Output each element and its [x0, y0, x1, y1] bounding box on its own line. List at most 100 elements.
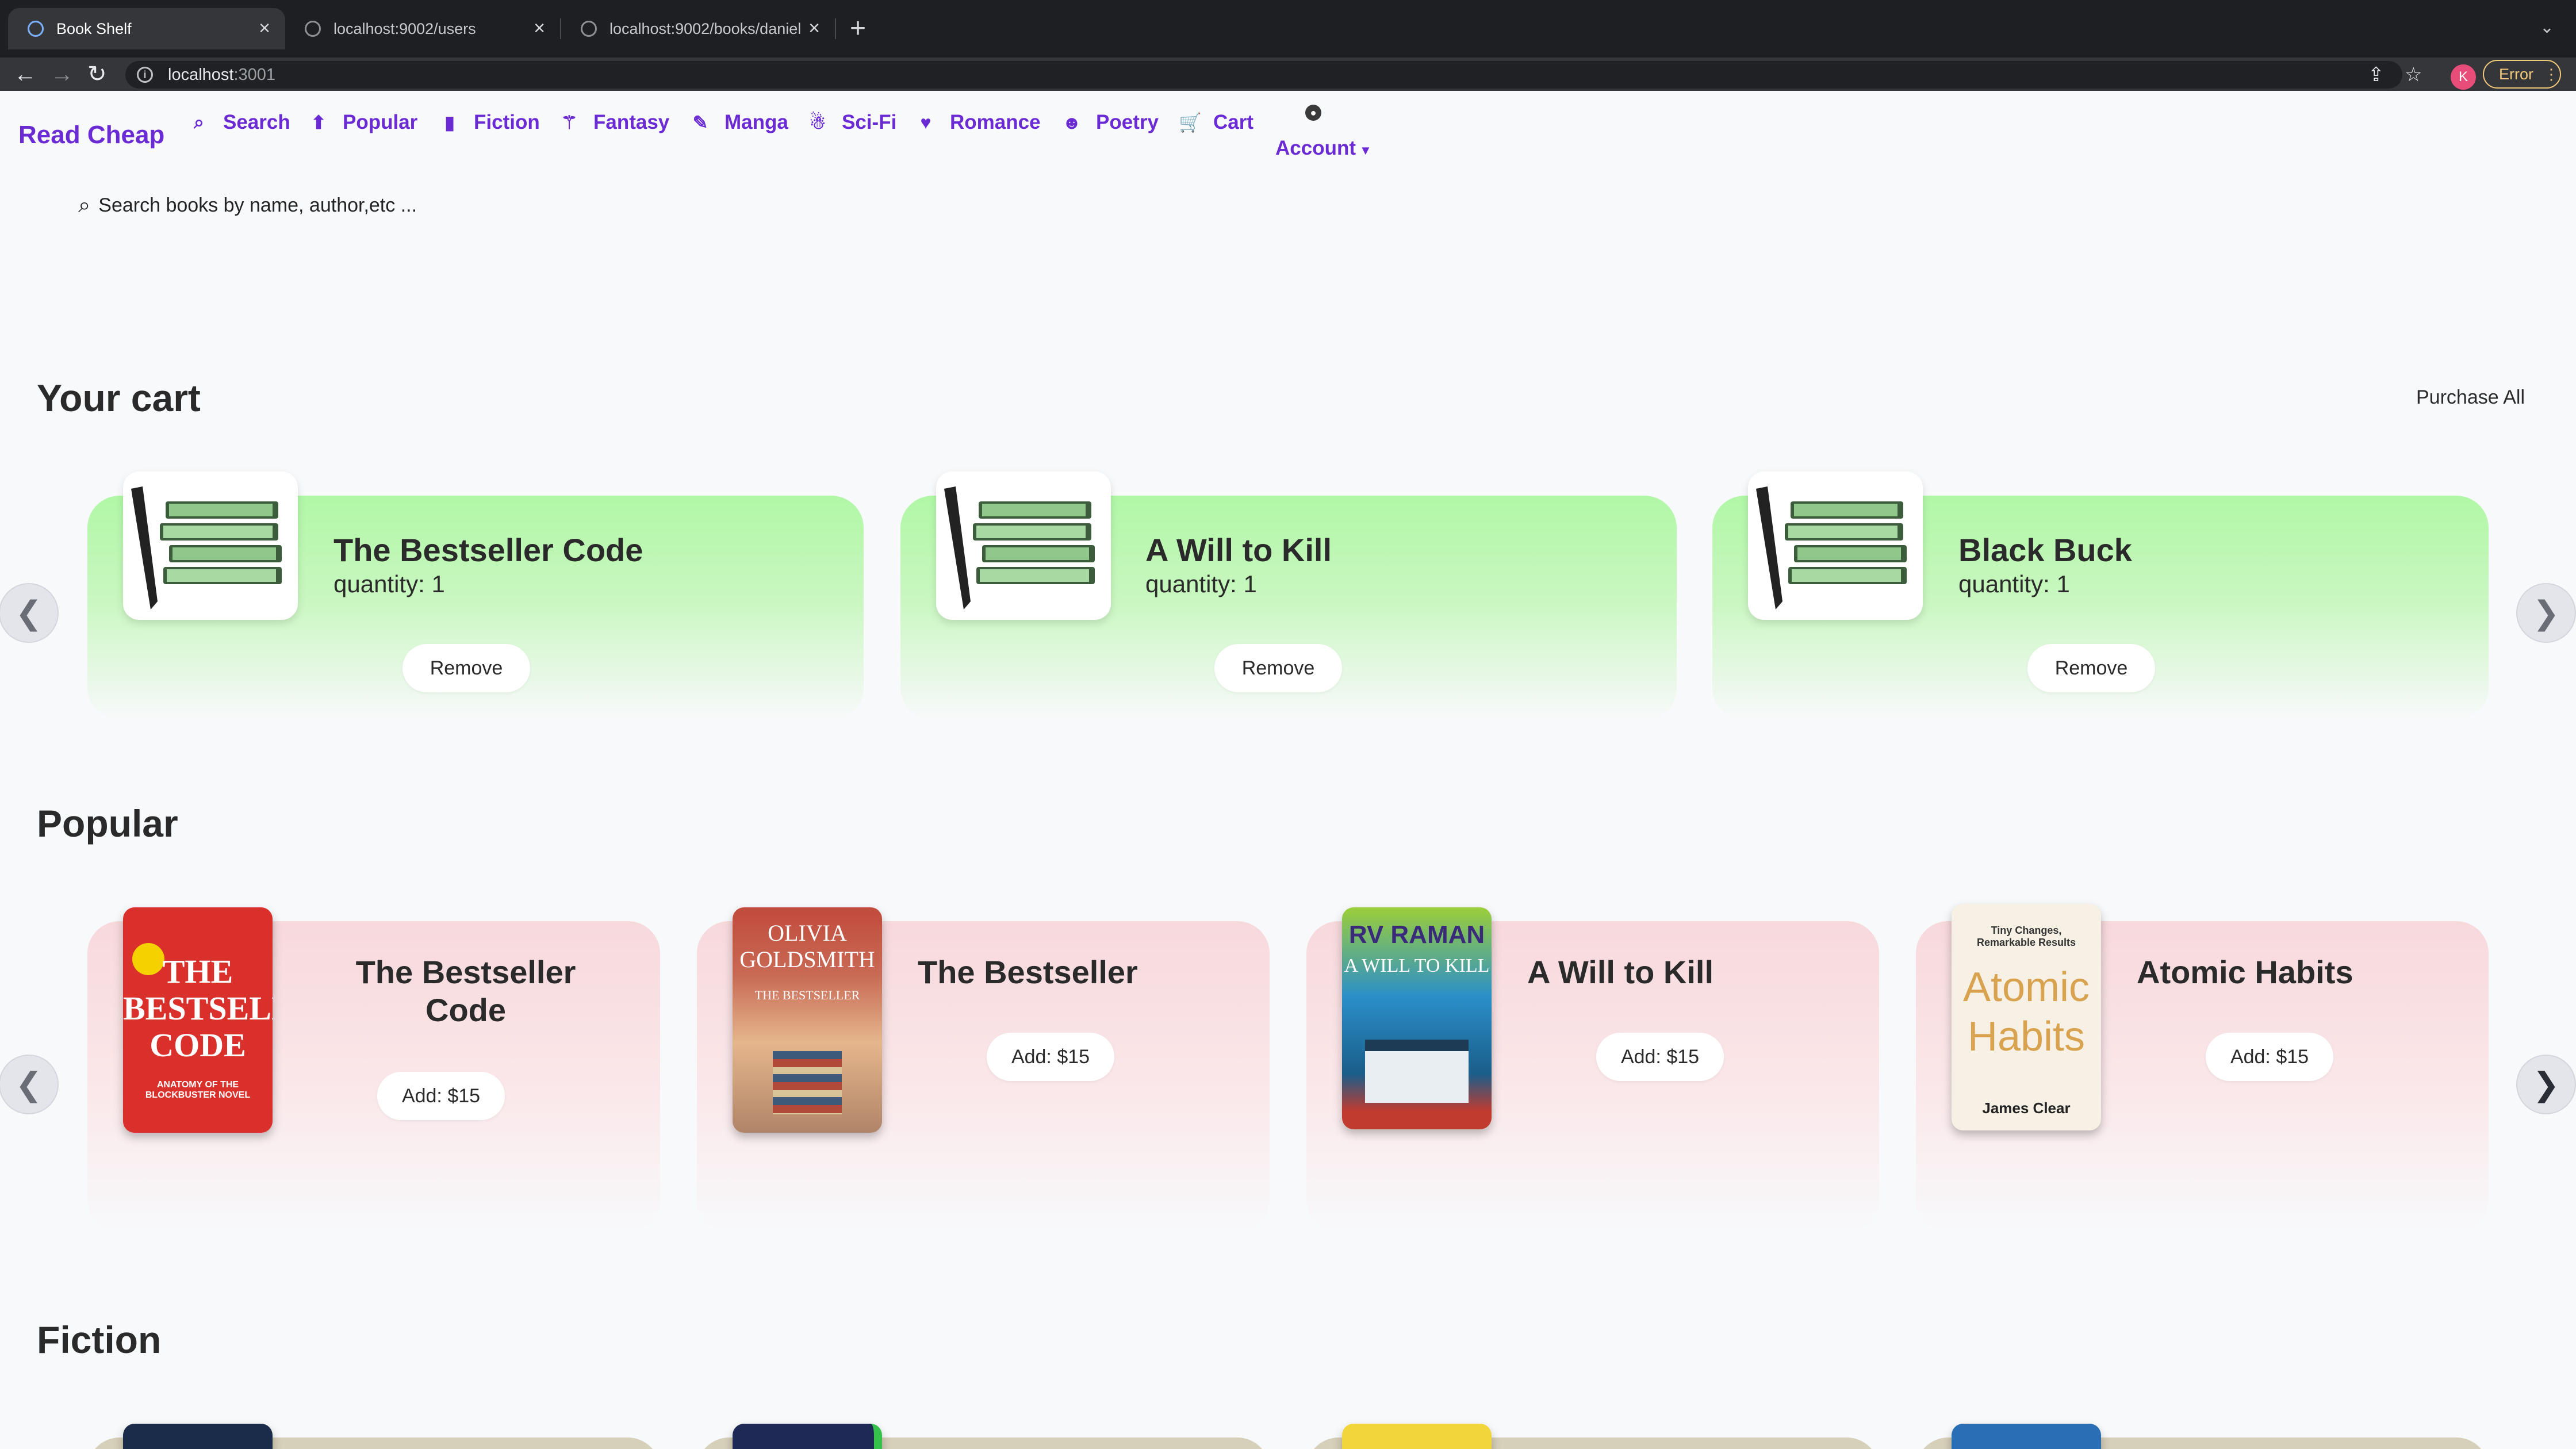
fiction-heading: Fiction: [37, 1318, 162, 1361]
cover-author: RV RAMAN: [1348, 921, 1485, 949]
share-icon[interactable]: ⇪: [2368, 63, 2385, 86]
book-cover[interactable]: [733, 1424, 882, 1449]
popular-prev-arrow[interactable]: ❮: [0, 1055, 59, 1114]
nav-search[interactable]: ⌕ Search: [189, 109, 290, 136]
cover-subtitle: THE BESTSELLER: [754, 988, 860, 1002]
forward-icon[interactable]: →: [51, 60, 74, 89]
remove-button[interactable]: Remove: [2027, 644, 2155, 692]
books-stack-icon: [1748, 471, 1923, 620]
book-cover[interactable]: [1952, 1424, 2101, 1449]
popular-next-arrow[interactable]: ❯: [2516, 1055, 2576, 1114]
nav-label: Romance: [950, 111, 1041, 133]
add-to-cart-button[interactable]: Add: $15: [987, 1033, 1114, 1081]
book-title-line: Code: [425, 992, 506, 1028]
user-circle-icon: ●: [1305, 105, 1321, 121]
close-tab-icon[interactable]: ×: [534, 18, 545, 38]
house-illustration: [1365, 1040, 1469, 1103]
book-title: A Will to Kill: [1527, 954, 1714, 990]
tab-users[interactable]: localhost:9002/users ×: [285, 8, 560, 49]
nav-manga[interactable]: ✎ Manga: [690, 109, 788, 136]
book-cover[interactable]: Tiny Changes, Remarkable Results Atomic H…: [1952, 904, 2101, 1130]
page: Book Shelf × localhost:9002/users × loca…: [0, 0, 2576, 1449]
book-cover[interactable]: THE BESTSELLER CODE ANATOMY OF THE BLOCK…: [123, 907, 273, 1133]
nav-popular[interactable]: ⬆ Popular: [308, 109, 418, 136]
nav-romance[interactable]: ♥ Romance: [915, 109, 1041, 136]
add-to-cart-button[interactable]: Add: $15: [377, 1072, 505, 1120]
cart-item-quantity: quantity: 1: [1145, 570, 1257, 597]
bookmark-star-icon[interactable]: ☆: [2405, 63, 2422, 86]
book-cover[interactable]: [123, 1424, 273, 1449]
nav-poetry[interactable]: ☻ Poetry: [1061, 109, 1159, 136]
nav-sci-fi[interactable]: ☃ Sci-Fi: [807, 109, 897, 136]
cover-subtitle: ANATOMY OF THE BLOCKBUSTER NOVEL: [145, 1080, 251, 1100]
error-label: Error: [2499, 65, 2533, 83]
url-port: :3001: [233, 65, 276, 84]
browser-tab-strip: Book Shelf × localhost:9002/users × loca…: [0, 0, 2576, 57]
error-chip[interactable]: Error ⋮: [2483, 60, 2561, 89]
book-title: The Bestseller Code: [308, 953, 623, 1029]
book-icon: ▮: [444, 112, 455, 133]
reload-icon[interactable]: ↻: [87, 60, 107, 89]
back-icon[interactable]: ←: [14, 60, 37, 89]
popular-heading: Popular: [37, 802, 178, 845]
nav-label: Fantasy: [593, 111, 670, 133]
book-cover[interactable]: RV RAMAN A WILL TO KILL: [1342, 907, 1492, 1129]
close-tab-icon[interactable]: ×: [808, 18, 820, 38]
tab-label: localhost:9002/books/daniel: [610, 20, 802, 37]
nav-label: Cart: [1213, 111, 1254, 133]
nav-fantasy[interactable]: ⚚ Fantasy: [559, 109, 670, 136]
cart-item-quantity: quantity: 1: [334, 570, 445, 597]
cart-item-title: The Bestseller Code: [334, 532, 643, 568]
add-to-cart-button[interactable]: Add: $15: [1596, 1033, 1724, 1081]
url-host: localhost: [168, 65, 234, 84]
cart-item-quantity: quantity: 1: [1958, 570, 2070, 597]
cover-title: THE BESTSELLER CODE: [123, 953, 273, 1064]
cover-author: James Clear: [1982, 1099, 2071, 1117]
feather-icon: ✎: [692, 112, 708, 133]
caret-down-icon: ▼: [1359, 143, 1372, 158]
nav-fiction[interactable]: ▮ Fiction: [439, 109, 540, 136]
books-stack-icon: [936, 471, 1111, 620]
book-cover[interactable]: [1342, 1424, 1492, 1449]
remove-button[interactable]: Remove: [1214, 644, 1342, 692]
cover-tagline: Tiny Changes, Remarkable Results: [1976, 925, 2076, 948]
address-bar[interactable]: i localhost:3001: [125, 61, 2402, 89]
cart-item-title: A Will to Kill: [1145, 532, 1332, 568]
kebab-menu-icon: ⋮: [2544, 65, 2559, 83]
cart-icon: 🛒: [1179, 112, 1202, 133]
tab-search-chevron-icon[interactable]: ⌄: [2540, 17, 2554, 37]
nav-label: Search: [223, 111, 290, 133]
profile-avatar[interactable]: K: [2451, 64, 2476, 90]
smile-icon: ☻: [1062, 112, 1082, 133]
books-stack-icon: [123, 471, 298, 620]
nav-cart[interactable]: 🛒 Cart: [1179, 109, 1254, 136]
cover-subtitle: A WILL TO KILL: [1344, 955, 1490, 976]
nav-label: Poetry: [1096, 111, 1159, 133]
nav-label: Sci-Fi: [842, 111, 897, 133]
tab-book-shelf[interactable]: Book Shelf ×: [8, 8, 285, 49]
book-title: Atomic Habits: [2137, 954, 2353, 990]
nav-label: Fiction: [474, 111, 540, 133]
book-stack-illustration: [773, 1051, 842, 1114]
tab-divider: [835, 18, 836, 39]
browser-toolbar: ← → ↻ i localhost:3001 ⇪ ☆: [0, 57, 2576, 91]
tab-books-daniel[interactable]: localhost:9002/books/daniel ×: [561, 8, 835, 49]
cover-author: OLIVIA GOLDSMITH: [739, 920, 875, 972]
site-info-icon[interactable]: i: [137, 67, 153, 83]
book-cover[interactable]: OLIVIA GOLDSMITH THE BESTSELLER: [733, 907, 882, 1133]
search-input[interactable]: Search books by name, author,etc ...: [98, 194, 417, 217]
react-favicon-icon: [28, 21, 44, 37]
brand-logo[interactable]: Read Cheap: [18, 121, 164, 150]
add-to-cart-button[interactable]: Add: $15: [2206, 1033, 2333, 1081]
tab-label: Book Shelf: [56, 20, 132, 37]
search-bar[interactable]: ⌕ Search books by name, author,etc ...: [78, 193, 417, 218]
cart-next-arrow[interactable]: ❯: [2516, 583, 2576, 643]
cart-prev-arrow[interactable]: ❮: [0, 583, 59, 643]
close-tab-icon[interactable]: ×: [259, 18, 270, 38]
purchase-all-button[interactable]: Purchase All: [2416, 386, 2525, 409]
nav-label: Popular: [343, 111, 418, 133]
arrow-up-circle-icon: ⬆: [310, 112, 327, 133]
remove-button[interactable]: Remove: [402, 644, 530, 692]
account-dropdown[interactable]: Account ▼: [1275, 137, 1372, 160]
new-tab-button[interactable]: +: [850, 13, 866, 45]
